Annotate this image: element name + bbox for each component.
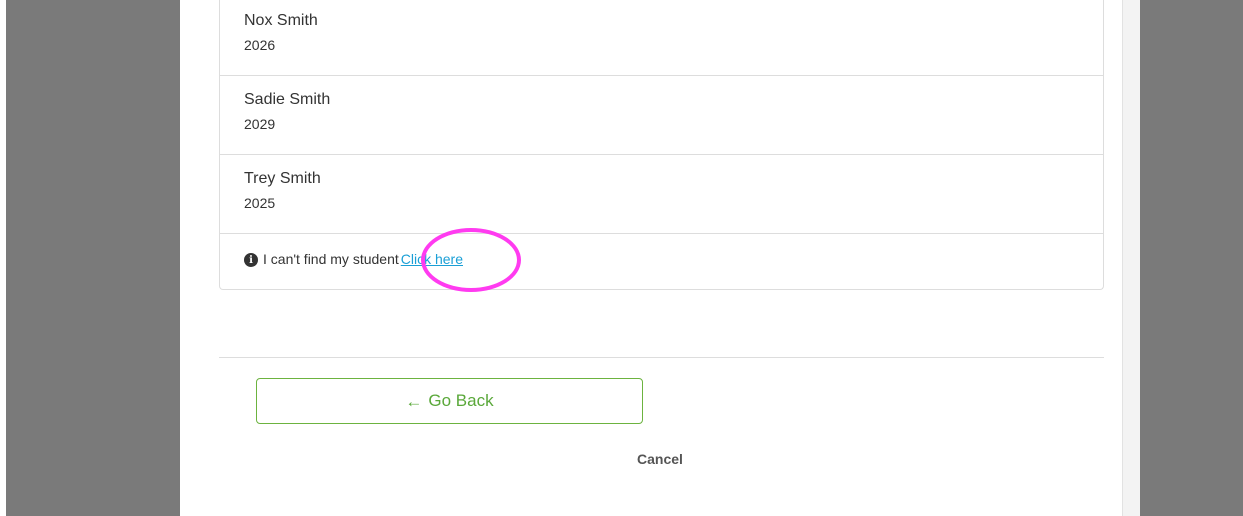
modal-panel: Nox Smith 2026 Sadie Smith 2029 Trey Smi… [180,0,1122,516]
go-back-button[interactable]: ← Go Back [256,378,643,424]
student-list: Nox Smith 2026 Sadie Smith 2029 Trey Smi… [219,0,1104,290]
modal-backdrop-right [1140,0,1243,516]
student-year: 2026 [244,37,276,53]
arrow-left-icon: ← [405,391,423,411]
student-list-item[interactable]: Nox Smith 2026 [220,0,1103,76]
student-year: 2029 [244,116,276,132]
student-name: Trey Smith [244,170,321,187]
student-list-item[interactable]: Sadie Smith 2029 [220,76,1103,155]
click-here-link[interactable]: Click here [401,251,463,267]
scrollbar-track[interactable] [1122,0,1140,516]
info-icon: i [244,253,258,267]
student-not-found-row: i I can't find my student Click here [220,234,1103,290]
go-back-label: Go Back [428,391,494,410]
student-list-item[interactable]: Trey Smith 2025 [220,155,1103,234]
section-divider [219,357,1104,358]
cancel-link[interactable]: Cancel [600,451,720,467]
modal-backdrop-left [6,0,180,516]
student-not-found-text: I can't find my student [263,251,399,267]
student-year: 2025 [244,195,276,211]
student-name: Sadie Smith [244,91,331,108]
student-name: Nox Smith [244,12,318,29]
